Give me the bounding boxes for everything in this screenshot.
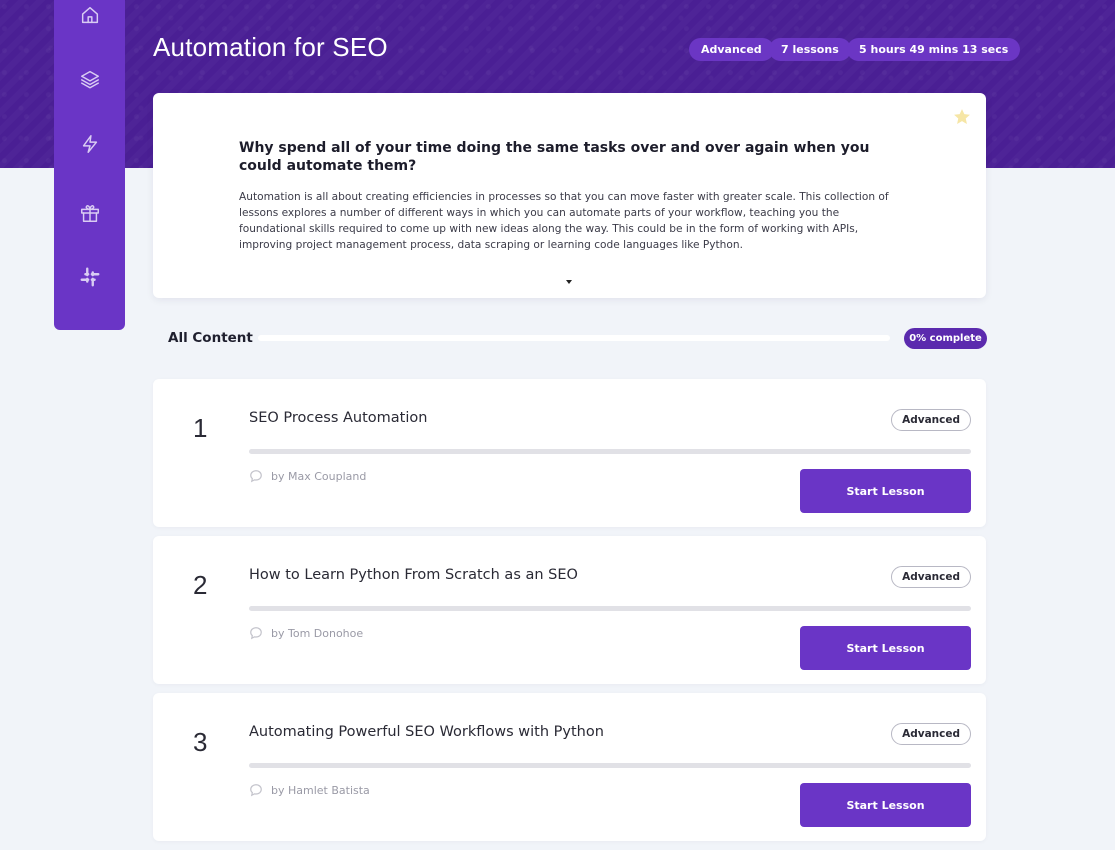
lesson-progress-bar xyxy=(249,449,971,454)
intro-description: Automation is all about creating efficie… xyxy=(239,191,889,251)
comment-icon xyxy=(250,627,262,640)
gift-icon[interactable] xyxy=(78,201,102,225)
page-title: Automation for SEO xyxy=(153,32,388,62)
lessons-count-pill: 7 lessons xyxy=(769,38,851,61)
lesson-number: 3 xyxy=(193,727,208,757)
home-icon[interactable] xyxy=(78,3,102,27)
lesson-progress-bar xyxy=(249,763,971,768)
lesson-level-badge: Advanced xyxy=(891,409,971,431)
expand-caret-icon[interactable] xyxy=(566,280,572,284)
level-pill: Advanced xyxy=(689,38,774,61)
start-lesson-button[interactable]: Start Lesson xyxy=(800,783,971,827)
intro-card: Why spend all of your time doing the sam… xyxy=(153,93,986,298)
lesson-author: by Hamlet Batista xyxy=(271,783,370,797)
lesson-title[interactable]: SEO Process Automation xyxy=(249,410,427,426)
sidebar xyxy=(54,0,125,330)
lightning-icon[interactable] xyxy=(78,132,102,156)
intro-heading: Why spend all of your time doing the sam… xyxy=(239,140,870,174)
lesson-progress-bar xyxy=(249,606,971,611)
lesson-number: 1 xyxy=(193,413,208,443)
author-row: by Tom Donohoe xyxy=(249,626,363,640)
overall-progress-bar xyxy=(258,335,890,341)
comment-icon xyxy=(250,470,262,483)
lesson-card: 3 Automating Powerful SEO Workflows with… xyxy=(153,693,986,841)
lesson-level-badge: Advanced xyxy=(891,723,971,745)
author-row: by Hamlet Batista xyxy=(249,783,370,797)
duration-pill: 5 hours 49 mins 13 secs xyxy=(847,38,1021,61)
comment-icon xyxy=(250,784,262,797)
lesson-title[interactable]: How to Learn Python From Scratch as an S… xyxy=(249,567,578,583)
lesson-number: 2 xyxy=(193,570,208,600)
lesson-card: 1 SEO Process Automation Advanced by Max… xyxy=(153,379,986,527)
author-row: by Max Coupland xyxy=(249,469,366,483)
star-icon[interactable] xyxy=(952,107,972,127)
lesson-author: by Max Coupland xyxy=(271,469,367,483)
lesson-card: 2 How to Learn Python From Scratch as an… xyxy=(153,536,986,684)
start-lesson-button[interactable]: Start Lesson xyxy=(800,469,971,513)
layers-icon[interactable] xyxy=(78,67,102,91)
lesson-level-badge: Advanced xyxy=(891,566,971,588)
lesson-author: by Tom Donohoe xyxy=(271,626,364,640)
completion-badge: 0% complete xyxy=(904,328,987,349)
start-lesson-button[interactable]: Start Lesson xyxy=(800,626,971,670)
slack-icon[interactable] xyxy=(78,265,102,289)
lesson-title[interactable]: Automating Powerful SEO Workflows with P… xyxy=(249,724,604,740)
all-content-label: All Content xyxy=(168,330,253,346)
